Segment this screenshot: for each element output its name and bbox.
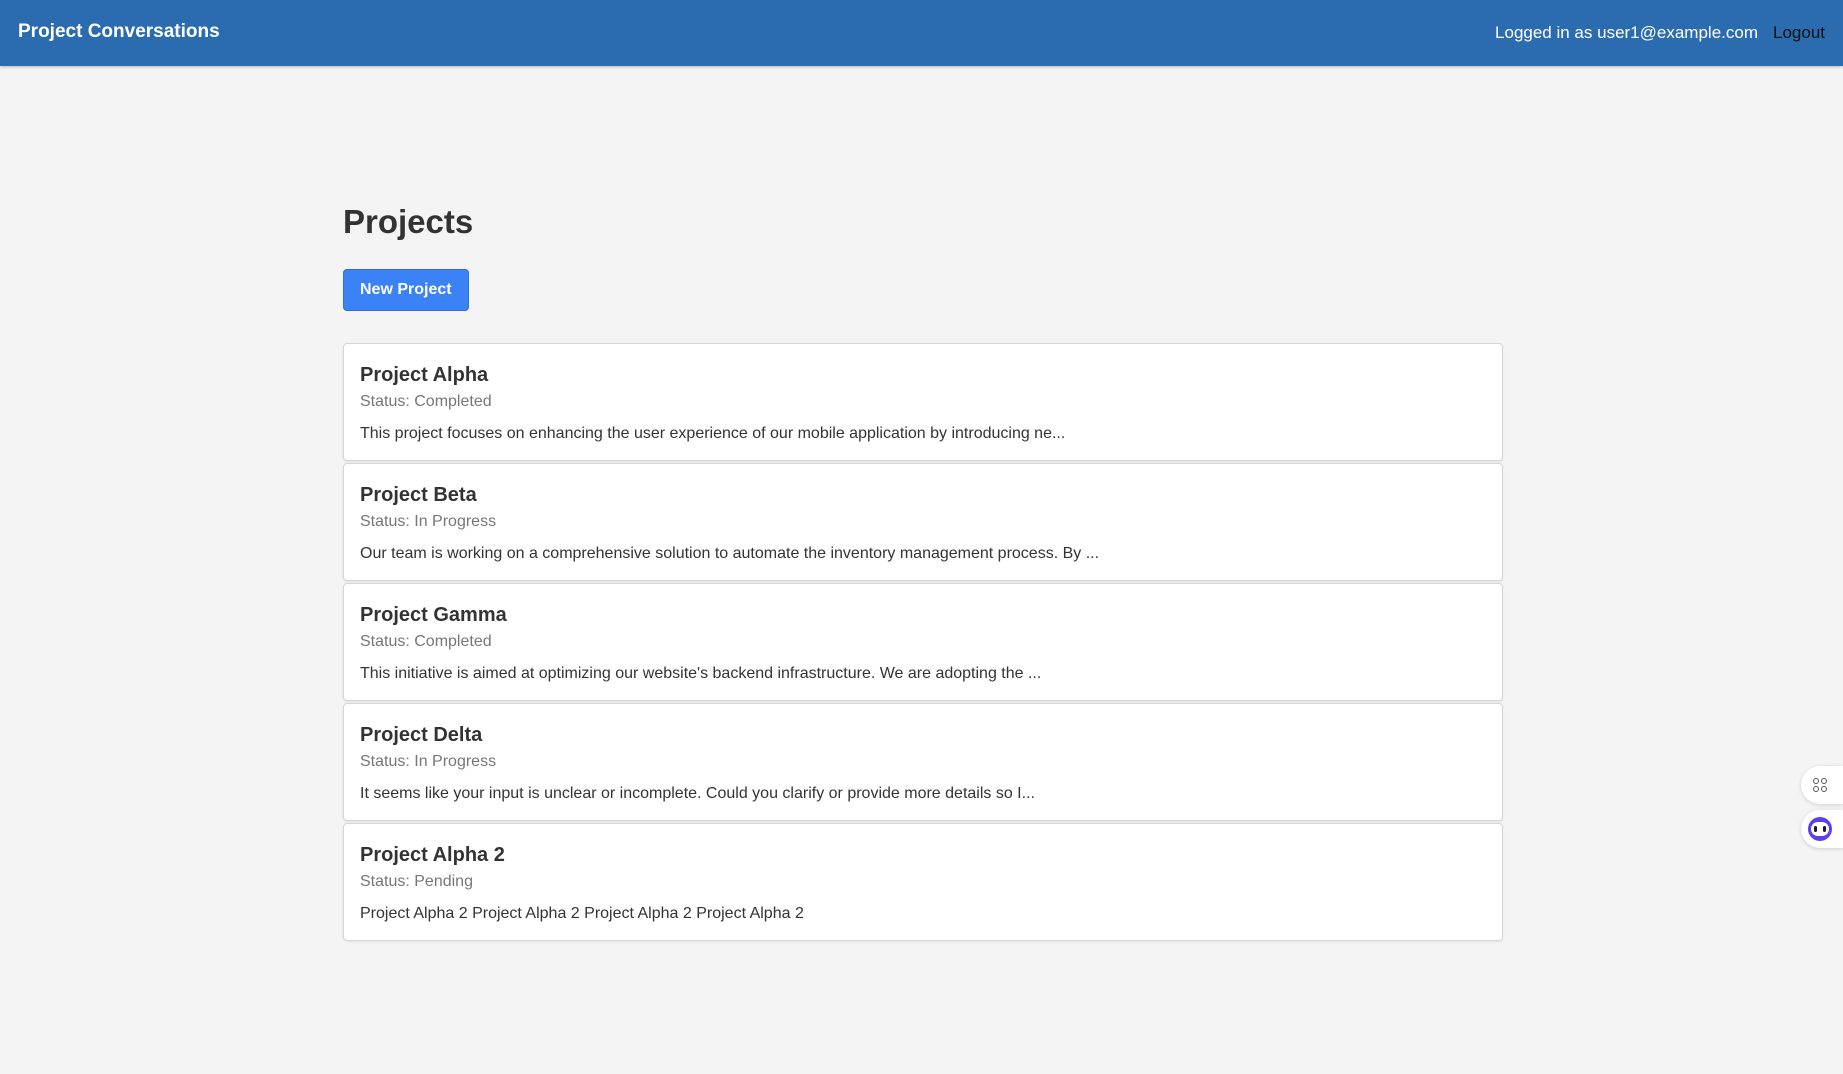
project-description: Our team is working on a comprehensive s… bbox=[360, 545, 1100, 562]
project-card-beta[interactable]: Project Beta Status: In Progress Our tea… bbox=[343, 463, 1503, 581]
user-area: Logged in as user1@example.com Logout bbox=[1495, 0, 1825, 66]
project-description: Project Alpha 2 Project Alpha 2 Project … bbox=[360, 905, 804, 922]
apps-grid-button[interactable] bbox=[1801, 766, 1843, 804]
logout-link[interactable]: Logout bbox=[1773, 23, 1825, 43]
main-content: Projects New Project Project Alpha Statu… bbox=[343, 198, 1503, 943]
assistant-button[interactable] bbox=[1801, 810, 1843, 848]
project-description: This initiative is aimed at optimizing o… bbox=[360, 665, 1042, 682]
page-title: Projects bbox=[343, 203, 474, 240]
app-brand[interactable]: Project Conversations bbox=[18, 0, 220, 66]
project-card-alpha-2[interactable]: Project Alpha 2 Status: Pending Project … bbox=[343, 823, 1503, 941]
project-card-alpha[interactable]: Project Alpha Status: Completed This pro… bbox=[343, 343, 1503, 461]
project-name[interactable]: Project Alpha 2 bbox=[360, 842, 1486, 868]
project-description: This project focuses on enhancing the us… bbox=[360, 425, 1066, 442]
floating-toolbar bbox=[1801, 766, 1843, 854]
apps-grid-icon bbox=[1813, 778, 1827, 792]
project-status: Status: Pending bbox=[360, 873, 473, 890]
project-card-delta[interactable]: Project Delta Status: In Progress It see… bbox=[343, 703, 1503, 821]
logged-in-text: Logged in as user1@example.com bbox=[1495, 23, 1758, 42]
project-list: Project Alpha Status: Completed This pro… bbox=[343, 343, 1503, 941]
top-navbar: Project Conversations Logged in as user1… bbox=[0, 0, 1843, 66]
project-name[interactable]: Project Gamma bbox=[360, 602, 1486, 628]
project-name[interactable]: Project Beta bbox=[360, 482, 1486, 508]
project-status: Status: In Progress bbox=[360, 513, 497, 530]
project-name[interactable]: Project Delta bbox=[360, 722, 1486, 748]
project-name[interactable]: Project Alpha bbox=[360, 362, 1486, 388]
new-project-button[interactable]: New Project bbox=[343, 269, 469, 311]
project-status: Status: In Progress bbox=[360, 753, 497, 770]
assistant-bot-icon bbox=[1808, 817, 1832, 841]
project-status: Status: Completed bbox=[360, 633, 492, 650]
project-status: Status: Completed bbox=[360, 393, 492, 410]
project-description: It seems like your input is unclear or i… bbox=[360, 785, 1035, 802]
project-card-gamma[interactable]: Project Gamma Status: Completed This ini… bbox=[343, 583, 1503, 701]
